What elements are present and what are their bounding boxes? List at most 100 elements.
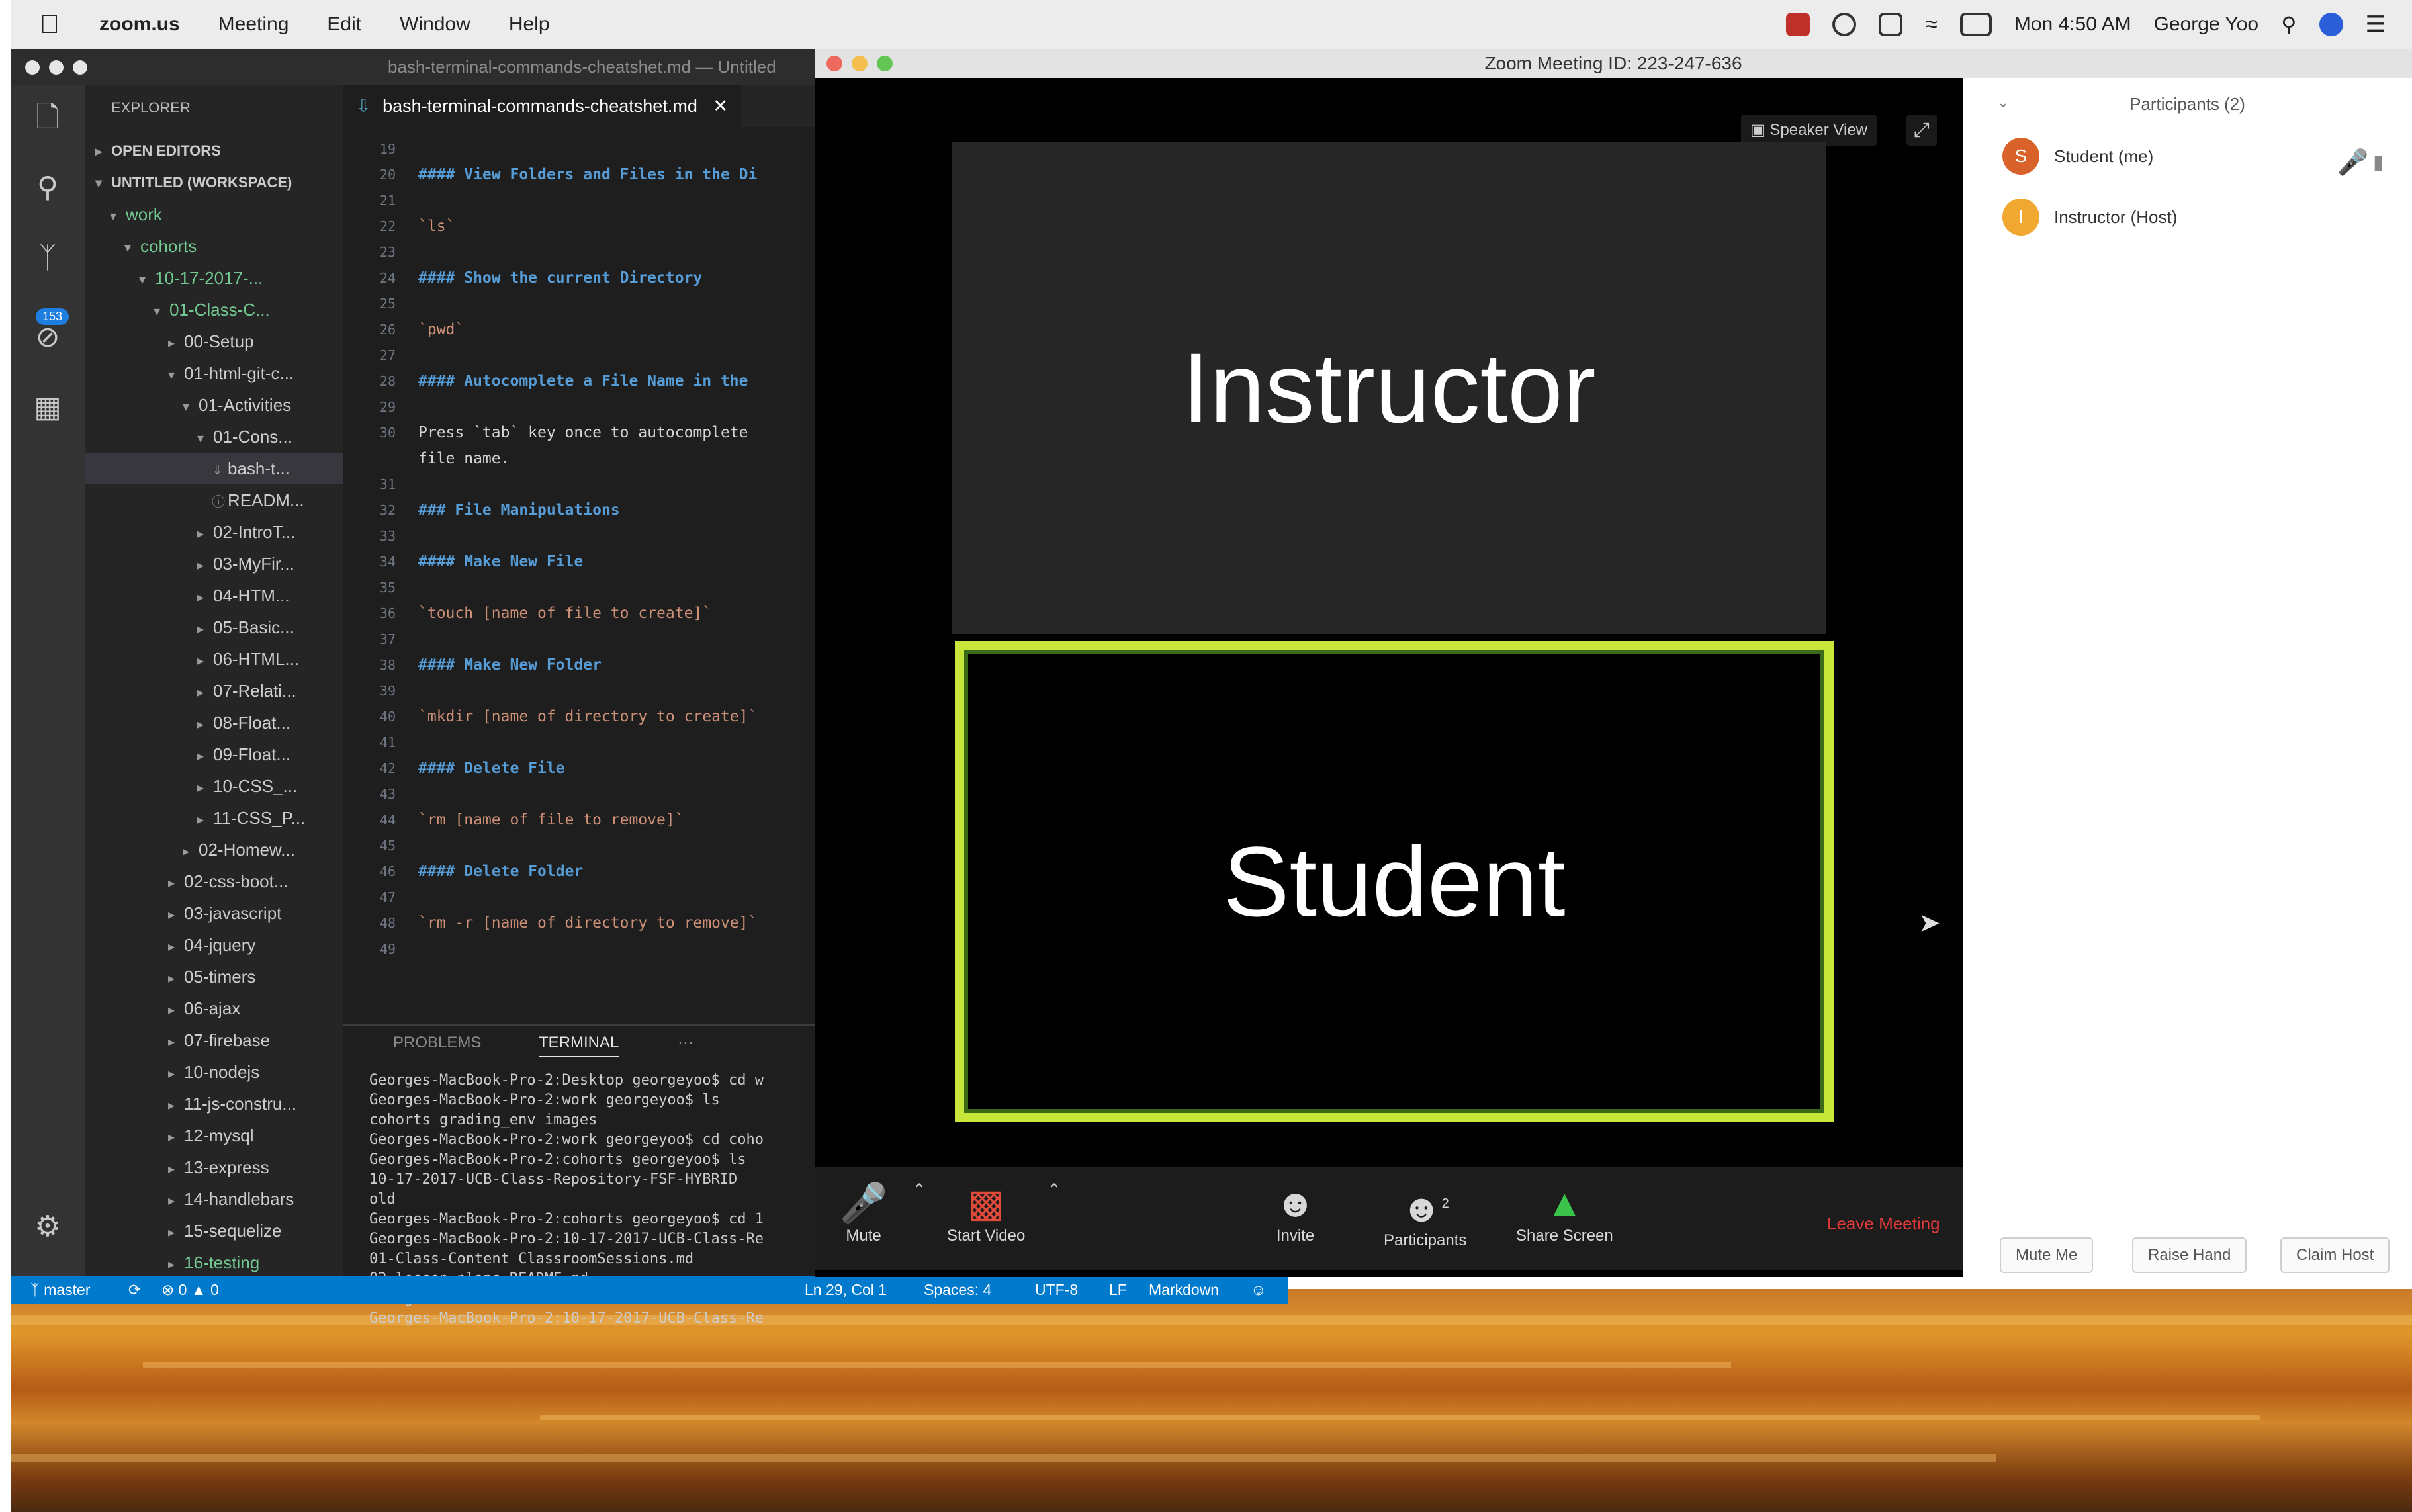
tree-item[interactable]: ⓘ READM...	[85, 484, 343, 516]
close-tab-icon[interactable]: ✕	[713, 96, 728, 116]
notification-center-icon[interactable]: ☰	[2366, 11, 2386, 38]
spotlight-search-icon[interactable]: ⚲	[2281, 12, 2296, 37]
audio-options-caret-icon[interactable]: ⌃	[913, 1180, 926, 1200]
explorer-files-icon[interactable]: 🗋	[30, 101, 65, 135]
participant-row-student[interactable]: S Student (me)	[2002, 138, 2153, 175]
tree-item[interactable]: ▸ 12-mysql	[85, 1120, 343, 1151]
tree-item[interactable]: ▾ 10-17-2017-...	[85, 262, 343, 294]
mute-button[interactable]: 🎤 Mute	[840, 1180, 887, 1245]
tree-item[interactable]: ▸ 04-HTM...	[85, 580, 343, 611]
clock[interactable]: Mon 4:50 AM	[2014, 13, 2131, 36]
siri-icon[interactable]	[2319, 13, 2343, 36]
settings-gear-icon[interactable]: ⚙	[30, 1210, 65, 1244]
cursor-position[interactable]: Ln 29, Col 1	[805, 1281, 887, 1299]
search-icon[interactable]: ⚲	[30, 171, 65, 205]
tree-item[interactable]: ▸ 11-js-constru...	[85, 1088, 343, 1120]
tree-item[interactable]: ▾ UNTITLED (WORKSPACE)	[85, 167, 343, 199]
tree-item[interactable]: ▸ 10-CSS_...	[85, 770, 343, 802]
minimize-window-button[interactable]	[49, 60, 64, 75]
tree-item[interactable]: ▸ 07-Relati...	[85, 675, 343, 707]
tree-item[interactable]: ▸ 16-testing	[85, 1247, 343, 1278]
tree-item[interactable]: ▸ 02-css-boot...	[85, 866, 343, 897]
tree-item[interactable]: ▾ 01-Class-C...	[85, 294, 343, 326]
leave-meeting-button[interactable]: Leave Meeting	[1827, 1214, 1940, 1234]
start-video-button[interactable]: ▩ Start Video	[947, 1180, 1025, 1245]
user-name[interactable]: George Yoo	[2154, 13, 2258, 36]
tree-item[interactable]: ▸ 09-Float...	[85, 738, 343, 770]
tree-item[interactable]: ▸ 08-Float...	[85, 707, 343, 738]
tab-terminal[interactable]: TERMINAL	[539, 1034, 619, 1057]
tree-item[interactable]: ▸ 11-CSS_P...	[85, 802, 343, 834]
invite-button[interactable]: ☻ Invite	[1275, 1180, 1316, 1245]
fullscreen-icon[interactable]: ⤢	[1906, 115, 1937, 146]
tree-item[interactable]: ⇓ bash-t...	[85, 453, 343, 484]
participant-row-instructor[interactable]: I Instructor (Host)	[2002, 199, 2177, 236]
tree-twisty-icon: ▸	[197, 686, 204, 700]
tree-item[interactable]: ▸ 10-nodejs	[85, 1056, 343, 1088]
share-screen-button[interactable]: ▲ Share Screen	[1516, 1180, 1613, 1245]
menu-meeting[interactable]: Meeting	[218, 13, 289, 36]
participant-mic-icon[interactable]: 🎤	[2337, 148, 2368, 177]
encoding-status[interactable]: UTF-8	[1035, 1281, 1078, 1299]
eol-status[interactable]: LF	[1109, 1281, 1127, 1299]
zoom-window-button[interactable]	[73, 60, 87, 75]
code-line: 45	[343, 837, 418, 861]
tree-item[interactable]: ▸ 03-MyFir...	[85, 548, 343, 580]
menu-help[interactable]: Help	[509, 13, 550, 36]
battery-icon[interactable]	[1959, 13, 1992, 36]
extensions-icon[interactable]: ▦	[30, 390, 65, 425]
panel-more-button[interactable]: ···	[678, 1034, 693, 1052]
tree-item[interactable]: ▾ 01-html-git-c...	[85, 357, 343, 389]
tree-item[interactable]: ▸ 13-express	[85, 1151, 343, 1183]
source-control-icon[interactable]: ᛉ	[30, 241, 65, 275]
tree-item[interactable]: ▾ 01-Activities	[85, 389, 343, 421]
tree-item[interactable]: ▸ 02-IntroT...	[85, 516, 343, 548]
code-text: #### Show the current Directory	[418, 269, 703, 287]
video-tile-instructor[interactable]: Instructor	[952, 142, 1826, 634]
video-options-caret-icon[interactable]: ⌃	[1048, 1180, 1061, 1200]
participants-button[interactable]: ☻2 Participants	[1384, 1180, 1466, 1250]
apple-menu-icon[interactable]: 	[40, 10, 60, 40]
tree-item[interactable]: ▸ 07-firebase	[85, 1024, 343, 1056]
branch-status[interactable]: ᛉ master	[30, 1281, 91, 1299]
tree-item-label: 01-Class-C...	[169, 300, 270, 320]
menu-window[interactable]: Window	[400, 13, 470, 36]
wifi-icon[interactable]: ≈	[1925, 12, 1938, 38]
record-status-icon[interactable]	[1786, 13, 1810, 36]
tree-item[interactable]: ▸ 00-Setup	[85, 326, 343, 357]
raise-hand-button[interactable]: Raise Hand	[2132, 1237, 2247, 1273]
tree-item[interactable]: ▸ 15-sequelize	[85, 1215, 343, 1247]
code-text: file name.	[418, 450, 510, 467]
sync-icon[interactable]	[1832, 13, 1857, 36]
tree-item[interactable]: ▸ 06-ajax	[85, 993, 343, 1024]
editor-tab[interactable]: ⇩ bash-terminal-commands-cheatshet.md ✕	[343, 85, 741, 127]
menu-edit[interactable]: Edit	[327, 13, 361, 36]
indentation-status[interactable]: Spaces: 4	[924, 1281, 991, 1299]
tree-item[interactable]: ▾ work	[85, 199, 343, 230]
tree-item[interactable]: ▸ 05-timers	[85, 961, 343, 993]
tree-item[interactable]: ▾ cohorts	[85, 230, 343, 262]
debug-icon[interactable]: ⊘	[30, 320, 65, 355]
claim-host-button[interactable]: Claim Host	[2280, 1237, 2390, 1273]
tree-item[interactable]: ▸ 04-jquery	[85, 929, 343, 961]
tree-item[interactable]: ▾ 01-Cons...	[85, 421, 343, 453]
tree-item[interactable]: ▸ 02-Homew...	[85, 834, 343, 866]
tree-twisty-icon: ▾	[154, 304, 161, 319]
video-tile-student-active-speaker[interactable]: Student	[955, 641, 1834, 1122]
feedback-smiley-icon[interactable]: ☺	[1251, 1281, 1266, 1299]
close-window-button[interactable]	[25, 60, 40, 75]
mute-me-button[interactable]: Mute Me	[2000, 1237, 2094, 1273]
problems-status[interactable]: ⊗ 0 ▲ 0	[161, 1281, 219, 1299]
tab-problems[interactable]: PROBLEMS	[393, 1034, 481, 1052]
sync-status-icon[interactable]: ⟳	[128, 1281, 141, 1299]
tree-item[interactable]: ▸ 03-javascript	[85, 897, 343, 929]
tree-item[interactable]: ▸ OPEN EDITORS	[85, 135, 343, 167]
notes-icon[interactable]	[1879, 13, 1903, 36]
menu-app-name[interactable]: zoom.us	[99, 13, 180, 36]
line-number: 34	[379, 554, 396, 570]
tree-item[interactable]: ▸ 14-handlebars	[85, 1183, 343, 1215]
code-line: 41	[343, 734, 418, 758]
tree-item[interactable]: ▸ 06-HTML...	[85, 643, 343, 675]
language-mode[interactable]: Markdown	[1149, 1281, 1219, 1299]
tree-item[interactable]: ▸ 05-Basic...	[85, 611, 343, 643]
